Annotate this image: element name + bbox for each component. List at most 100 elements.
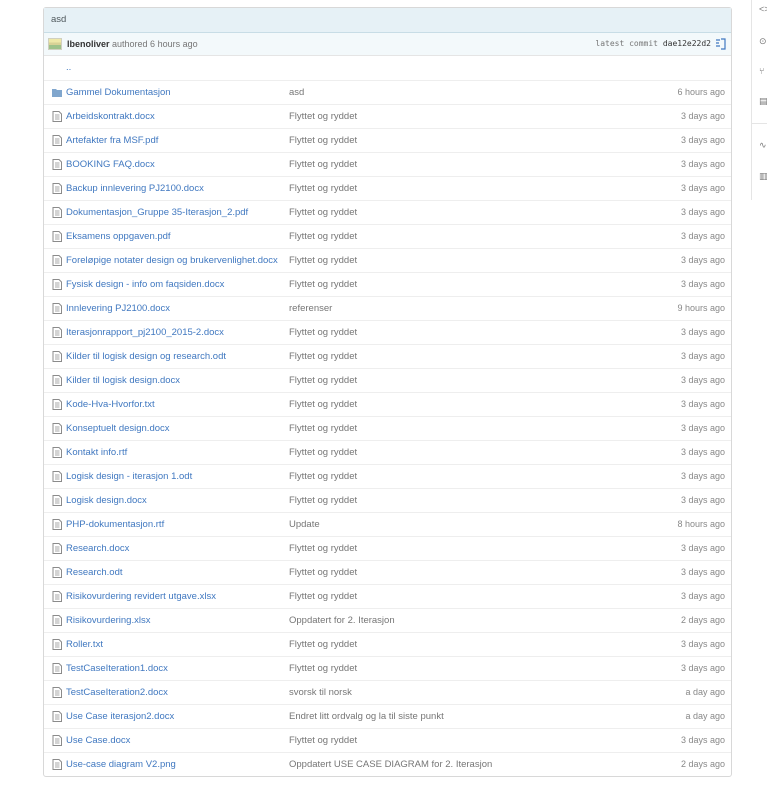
graph-icon[interactable]: ▥ [759, 172, 767, 181]
commit-message-link[interactable]: Flyttet og ryddet [289, 225, 357, 248]
file-name-link[interactable]: Gammel Dokumentasjon [66, 81, 171, 104]
file-name-link[interactable]: Dokumentasjon_Gruppe 35-Iterasjon_2.pdf [66, 201, 248, 224]
commit-message[interactable]: asd [44, 8, 731, 33]
file-name-link[interactable]: Eksamens oppgaven.pdf [66, 225, 171, 248]
file-name-link[interactable]: Kilder til logisk design og research.odt [66, 345, 226, 368]
file-name-link[interactable]: Artefakter fra MSF.pdf [66, 129, 158, 152]
file-row[interactable]: Use-case diagram V2.png Oppdatert USE CAS… [44, 752, 731, 776]
file-row[interactable]: Kontakt info.rtf Flyttet og ryddet 3 days … [44, 440, 731, 464]
file-row[interactable]: Kilder til logisk design.docx Flyttet og … [44, 368, 731, 392]
file-row[interactable]: TestCaseIteration1.docx Flyttet og ryddet… [44, 656, 731, 680]
commit-message-link[interactable]: Flyttet og ryddet [289, 177, 357, 200]
parent-directory-row[interactable]: .. [44, 56, 731, 80]
file-name-link[interactable]: TestCaseIteration2.docx [66, 681, 168, 704]
file-row[interactable]: BOOKING FAQ.docx Flyttet og ryddet 3 days … [44, 152, 731, 176]
file-name-link[interactable]: Use-case diagram V2.png [66, 753, 176, 776]
file-name-link[interactable]: Logisk design - iterasjon 1.odt [66, 465, 192, 488]
commit-message-link[interactable]: Flyttet og ryddet [289, 345, 357, 368]
file-name-link[interactable]: Risikovurdering.xlsx [66, 609, 150, 632]
file-row[interactable]: TestCaseIteration2.docx svorsk til norsk a… [44, 680, 731, 704]
commit-message-link[interactable]: Flyttet og ryddet [289, 633, 357, 656]
commit-message-link[interactable]: Endret litt ordvalg og la til siste punk… [289, 705, 444, 728]
file-name-link[interactable]: Kontakt info.rtf [66, 441, 127, 464]
file-name-link[interactable]: Iterasjonrapport_pj2100_2015-2.docx [66, 321, 224, 344]
file-row[interactable]: Fysisk design - info om faqsiden.docx Fly… [44, 272, 731, 296]
commit-message-link[interactable]: Flyttet og ryddet [289, 585, 357, 608]
commit-message-link[interactable]: Flyttet og ryddet [289, 489, 357, 512]
file-name-link[interactable]: Kode-Hva-Hvorfor.txt [66, 393, 155, 416]
commit-message-link[interactable]: Flyttet og ryddet [289, 393, 357, 416]
file-name-link[interactable]: Use Case.docx [66, 729, 130, 752]
file-name-link[interactable]: Fysisk design - info om faqsiden.docx [66, 273, 224, 296]
file-name-link[interactable]: BOOKING FAQ.docx [66, 153, 155, 176]
file-row[interactable]: Research.docx Flyttet og ryddet 3 days ago [44, 536, 731, 560]
file-name-link[interactable]: Backup innlevering PJ2100.docx [66, 177, 204, 200]
file-row[interactable]: Kode-Hva-Hvorfor.txt Flyttet og ryddet 3 d… [44, 392, 731, 416]
file-name-link[interactable]: Konseptuelt design.docx [66, 417, 170, 440]
file-name-link[interactable]: Innlevering PJ2100.docx [66, 297, 170, 320]
commit-message-link[interactable]: Flyttet og ryddet [289, 273, 357, 296]
file-row[interactable]: Use Case.docx Flyttet og ryddet 3 days ago [44, 728, 731, 752]
commit-message-link[interactable]: Flyttet og ryddet [289, 321, 357, 344]
commit-message-link[interactable]: Oppdatert USE CASE DIAGRAM for 2. Iteras… [289, 753, 492, 776]
commit-message-link[interactable]: Flyttet og ryddet [289, 129, 357, 152]
commit-message-link[interactable]: Flyttet og ryddet [289, 561, 357, 584]
file-name-link[interactable]: Foreløpige notater design og brukervenli… [66, 249, 278, 272]
wiki-icon[interactable]: ▤ [759, 97, 767, 106]
author-avatar[interactable] [48, 38, 62, 50]
file-row[interactable]: Kilder til logisk design og research.odt… [44, 344, 731, 368]
file-name-link[interactable]: Arbeidskontrakt.docx [66, 105, 155, 128]
file-row[interactable]: Backup innlevering PJ2100.docx Flyttet og… [44, 176, 731, 200]
folder-row[interactable]: Gammel Dokumentasjon asd 6 hours ago [44, 80, 731, 104]
file-row[interactable]: Eksamens oppgaven.pdf Flyttet og ryddet 3 … [44, 224, 731, 248]
file-row[interactable]: Artefakter fra MSF.pdf Flyttet og ryddet 3… [44, 128, 731, 152]
file-name-link[interactable]: Logisk design.docx [66, 489, 147, 512]
file-row[interactable]: Foreløpige notater design og brukervenli… [44, 248, 731, 272]
commit-message-link[interactable]: Flyttet og ryddet [289, 465, 357, 488]
file-row[interactable]: Konseptuelt design.docx Flyttet og ryddet… [44, 416, 731, 440]
file-row[interactable]: Arbeidskontrakt.docx Flyttet og ryddet 3 d… [44, 104, 731, 128]
commit-message-link[interactable]: Flyttet og ryddet [289, 369, 357, 392]
commit-message-link[interactable]: Flyttet og ryddet [289, 417, 357, 440]
parent-directory-link[interactable]: .. [66, 56, 71, 79]
file-name-link[interactable]: Research.docx [66, 537, 129, 560]
commit-message-link[interactable]: referenser [289, 297, 332, 320]
commit-message-link[interactable]: Flyttet og ryddet [289, 105, 357, 128]
browse-code-icon[interactable] [715, 38, 726, 50]
file-row[interactable]: Iterasjonrapport_pj2100_2015-2.docx Flytt… [44, 320, 731, 344]
commit-message-link[interactable]: Oppdatert for 2. Iterasjon [289, 609, 395, 632]
commit-message-link[interactable]: Flyttet og ryddet [289, 201, 357, 224]
commit-message-link[interactable]: Flyttet og ryddet [289, 441, 357, 464]
file-name-link[interactable]: Risikovurdering revidert utgave.xlsx [66, 585, 216, 608]
pull-request-icon[interactable]: ⑂ [759, 67, 767, 76]
file-name-link[interactable]: Kilder til logisk design.docx [66, 369, 180, 392]
file-row[interactable]: Use Case iterasjon2.docx Endret litt ordv… [44, 704, 731, 728]
issue-icon[interactable]: ⊙ [759, 37, 767, 46]
file-name-link[interactable]: Use Case iterasjon2.docx [66, 705, 174, 728]
commit-message-link[interactable]: Update [289, 513, 320, 536]
file-row[interactable]: Risikovurdering.xlsx Oppdatert for 2. Ite… [44, 608, 731, 632]
file-name-link[interactable]: Research.odt [66, 561, 123, 584]
file-row[interactable]: PHP-dokumentasjon.rtf Update 8 hours ago [44, 512, 731, 536]
file-name-link[interactable]: PHP-dokumentasjon.rtf [66, 513, 164, 536]
pulse-icon[interactable]: ∿ [759, 141, 767, 150]
commit-message-link[interactable]: Flyttet og ryddet [289, 729, 357, 752]
commit-message-link[interactable]: Flyttet og ryddet [289, 657, 357, 680]
file-row[interactable]: Risikovurdering revidert utgave.xlsx Flyt… [44, 584, 731, 608]
file-row[interactable]: Logisk design.docx Flyttet og ryddet 3 day… [44, 488, 731, 512]
commit-sha[interactable]: dae12e22d2 [663, 39, 711, 48]
commit-message-link[interactable]: asd [289, 81, 304, 104]
commit-message-link[interactable]: Flyttet og ryddet [289, 249, 357, 272]
code-icon[interactable]: <> [759, 5, 767, 14]
file-name-link[interactable]: TestCaseIteration1.docx [66, 657, 168, 680]
file-row[interactable]: Innlevering PJ2100.docx referenser 9 hours… [44, 296, 731, 320]
commit-message-link[interactable]: Flyttet og ryddet [289, 153, 357, 176]
commit-message-link[interactable]: Flyttet og ryddet [289, 537, 357, 560]
author-name[interactable]: lbenoliver [67, 39, 110, 49]
file-name-link[interactable]: Roller.txt [66, 633, 103, 656]
file-row[interactable]: Logisk design - iterasjon 1.odt Flyttet o… [44, 464, 731, 488]
file-row[interactable]: Dokumentasjon_Gruppe 35-Iterasjon_2.pdf F… [44, 200, 731, 224]
commit-message-link[interactable]: svorsk til norsk [289, 681, 352, 704]
file-row[interactable]: Roller.txt Flyttet og ryddet 3 days ago [44, 632, 731, 656]
file-row[interactable]: Research.odt Flyttet og ryddet 3 days ago [44, 560, 731, 584]
